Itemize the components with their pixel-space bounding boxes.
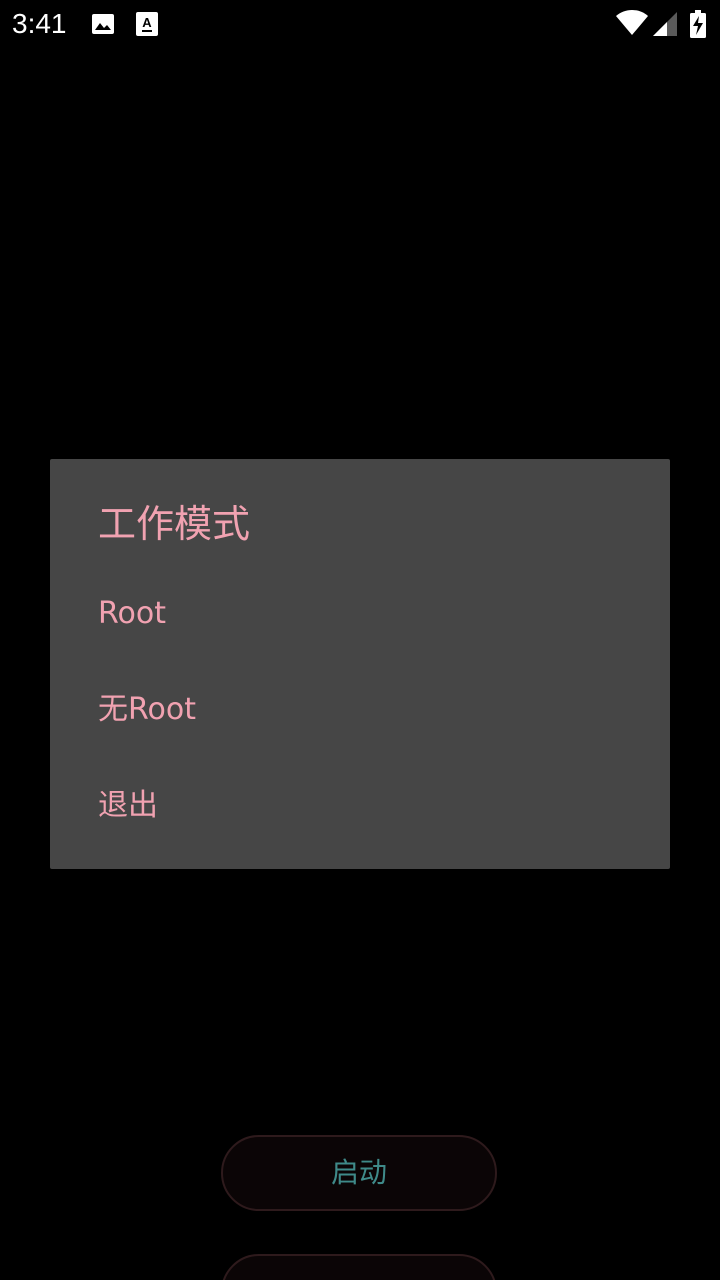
status-time: 3:41: [12, 8, 67, 39]
dialog-title: 工作模式: [98, 502, 251, 546]
svg-text:A: A: [142, 15, 152, 30]
start-button[interactable]: 启动: [221, 1135, 497, 1211]
image-icon: [91, 12, 115, 40]
option-label: 退出: [98, 788, 158, 823]
option-exit[interactable]: 退出: [50, 758, 670, 854]
start-button-label: 启动: [330, 1156, 387, 1189]
option-no-root[interactable]: 无Root: [50, 662, 670, 758]
screen: 3:41 A 启动 工作模式 Root 无Root 退出: [0, 0, 720, 1280]
option-label: 无Root: [98, 692, 196, 727]
wifi-icon: [616, 10, 648, 40]
cell-signal-icon: [653, 12, 677, 40]
a-badge-icon: A: [136, 12, 158, 40]
secondary-button[interactable]: [221, 1254, 497, 1280]
status-bar: 3:41 A: [0, 0, 720, 48]
option-label: Root: [98, 596, 166, 631]
option-root[interactable]: Root: [50, 566, 670, 662]
work-mode-dialog: 工作模式 Root 无Root 退出: [50, 459, 670, 869]
battery-charging-icon: [690, 10, 706, 42]
